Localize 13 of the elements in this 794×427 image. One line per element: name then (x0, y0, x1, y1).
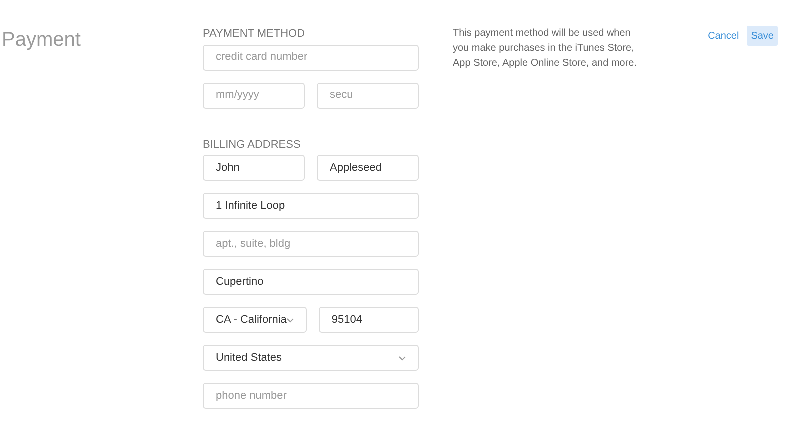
dropdown[interactable]: CA - California (203, 307, 307, 333)
dropdown[interactable]: United States (203, 345, 419, 371)
section-heading: PAYMENT METHOD (203, 27, 306, 42)
input-field[interactable]: 1 Infinite Loop (203, 193, 419, 219)
page-title: Payment (1, 28, 81, 53)
input-field[interactable]: Appleseed (317, 155, 419, 181)
section-heading: BILLING ADDRESS (203, 138, 301, 152)
input-field[interactable]: 95104 (318, 307, 419, 333)
chevron-down-icon (286, 318, 294, 322)
input-field[interactable]: John (203, 155, 305, 181)
chevron-down-icon (399, 356, 406, 360)
input-field[interactable]: Cupertino (203, 269, 419, 295)
description-text: This payment method will be used when you make purchases in the iTunes Store, App Store, Apple Online Store, and more. (453, 27, 638, 71)
